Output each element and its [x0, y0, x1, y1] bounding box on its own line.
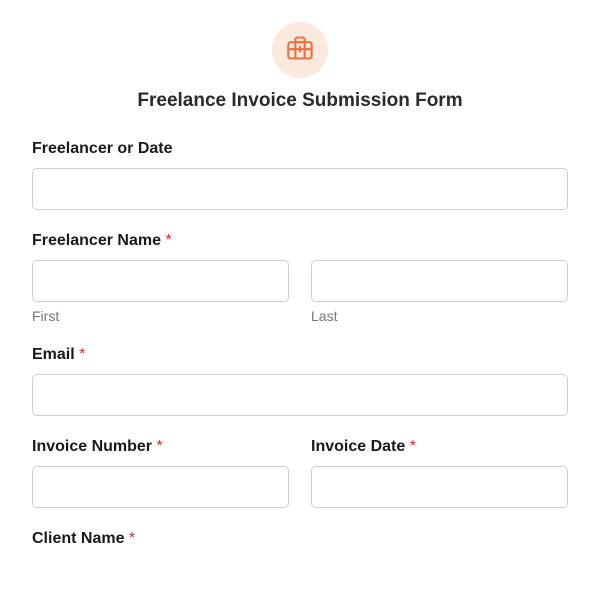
- name-row: First Last: [32, 260, 568, 324]
- label-freelancer-or-date: Freelancer or Date: [32, 140, 568, 158]
- required-marker: *: [165, 232, 171, 249]
- required-marker: *: [156, 438, 162, 455]
- sublabel-last: Last: [311, 308, 568, 324]
- field-client-name: Client Name *: [32, 530, 568, 548]
- sublabel-first: First: [32, 308, 289, 324]
- label-text-invoice-number: Invoice Number: [32, 438, 152, 455]
- header-icon-circle: [272, 22, 328, 78]
- label-text-freelancer-name: Freelancer Name: [32, 232, 161, 249]
- field-freelancer-name: Freelancer Name * First Last: [32, 232, 568, 324]
- input-last-name[interactable]: [311, 260, 568, 302]
- required-marker: *: [129, 530, 135, 547]
- form-container: Freelance Invoice Submission Form Freela…: [0, 0, 600, 592]
- input-invoice-date[interactable]: [311, 466, 568, 508]
- input-email[interactable]: [32, 374, 568, 416]
- col-last-name: Last: [311, 260, 568, 324]
- label-client-name: Client Name *: [32, 530, 568, 548]
- required-marker: *: [410, 438, 416, 455]
- label-invoice-number: Invoice Number *: [32, 438, 289, 456]
- form-title: Freelance Invoice Submission Form: [32, 90, 568, 112]
- input-freelancer-or-date[interactable]: [32, 168, 568, 210]
- form-header: Freelance Invoice Submission Form: [32, 22, 568, 112]
- invoice-row: Invoice Number * Invoice Date *: [32, 438, 568, 508]
- field-freelancer-or-date: Freelancer or Date: [32, 140, 568, 210]
- col-first-name: First: [32, 260, 289, 324]
- label-text-email: Email: [32, 346, 75, 363]
- label-email: Email *: [32, 346, 568, 364]
- input-invoice-number[interactable]: [32, 466, 289, 508]
- briefcase-icon: [286, 34, 314, 67]
- label-freelancer-name: Freelancer Name *: [32, 232, 568, 250]
- field-invoice-number: Invoice Number *: [32, 438, 289, 508]
- field-invoice-date: Invoice Date *: [311, 438, 568, 508]
- field-email: Email *: [32, 346, 568, 416]
- label-text-invoice-date: Invoice Date: [311, 438, 405, 455]
- required-marker: *: [79, 346, 85, 363]
- label-invoice-date: Invoice Date *: [311, 438, 568, 456]
- label-text-client-name: Client Name: [32, 530, 124, 547]
- input-first-name[interactable]: [32, 260, 289, 302]
